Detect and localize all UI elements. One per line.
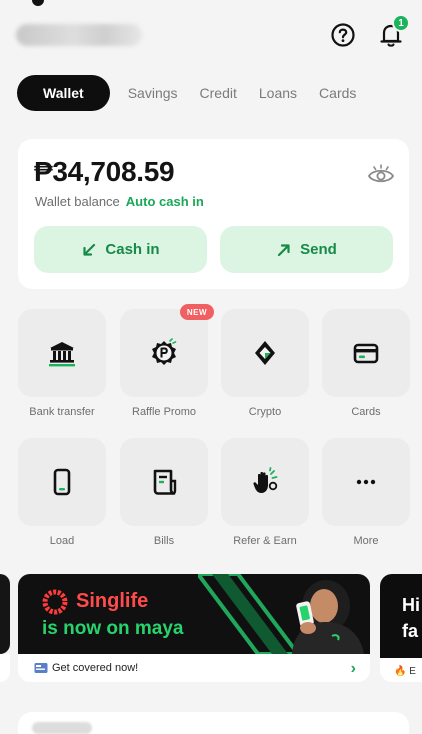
tab-cards[interactable]: Cards	[319, 75, 356, 111]
previous-banner-peek[interactable]	[0, 574, 10, 654]
card-icon	[353, 343, 379, 364]
cash-in-label: Cash in	[105, 241, 160, 258]
new-badge: NEW	[180, 304, 214, 320]
person-with-phone-illustration	[292, 580, 364, 654]
next-banner-text: Hi fa	[402, 595, 420, 641]
notifications-button[interactable]: 1	[376, 14, 410, 50]
auto-cash-in-link[interactable]: Auto cash in	[126, 194, 204, 209]
next-banner-image: Hi fa	[380, 574, 422, 658]
camera-dot	[32, 0, 44, 6]
service-crypto[interactable]	[221, 309, 309, 397]
service-more[interactable]	[322, 438, 410, 526]
next-section-card	[18, 712, 409, 734]
send-label: Send	[300, 241, 337, 258]
help-icon	[331, 23, 355, 47]
service-label: Bank transfer	[29, 406, 95, 418]
bills-icon	[153, 469, 177, 495]
tab-wallet[interactable]: Wallet	[17, 75, 110, 111]
toggle-balance-visibility-button[interactable]	[367, 163, 395, 187]
username-blurred: user	[16, 24, 142, 46]
banner-brand: Singlife	[76, 590, 149, 612]
more-icon	[356, 479, 376, 485]
help-button[interactable]	[328, 20, 358, 50]
service-cards[interactable]	[322, 309, 410, 397]
service-bills[interactable]	[120, 438, 208, 526]
banner-tagline: is now on maya	[42, 618, 184, 639]
banner-image: Singlife is now on maya	[18, 574, 370, 654]
wallet-balance-card: ₱34,708.59 Wallet balance Auto cash in Ca…	[18, 139, 409, 289]
service-refer-earn[interactable]	[221, 438, 309, 526]
top-bar: user 1	[0, 0, 422, 70]
arrow-down-left-icon	[83, 243, 96, 256]
service-load[interactable]	[18, 438, 106, 526]
raffle-icon	[152, 338, 177, 365]
service-label: Raffle Promo	[132, 406, 196, 418]
service-label: More	[353, 535, 379, 547]
phone-icon	[53, 468, 71, 496]
service-label: Refer & Earn	[233, 535, 297, 547]
banner-cta[interactable]: Get covered now!	[18, 654, 370, 682]
crypto-icon	[255, 341, 275, 365]
tab-loans[interactable]: Loans	[259, 75, 297, 111]
next-promo-banner[interactable]: Hi fa 🔥 E	[380, 574, 422, 682]
tab-savings[interactable]: Savings	[128, 75, 178, 111]
chevron-right-icon[interactable]: ›	[351, 660, 356, 678]
balance-label: Wallet balance	[35, 194, 120, 209]
service-label: Bills	[153, 535, 175, 547]
notification-badge: 1	[392, 14, 410, 32]
service-label: Load	[49, 535, 75, 547]
service-label: Crypto	[248, 406, 282, 418]
previous-banner-peek-footer	[0, 654, 10, 682]
banner-cta-text: Get covered now!	[52, 662, 139, 674]
singlife-promo-banner[interactable]: Singlife is now on maya Get covered now!…	[18, 574, 370, 682]
singlife-logo-icon	[42, 589, 68, 615]
balance-caption: Wallet balance Auto cash in	[35, 194, 204, 209]
tab-credit[interactable]: Credit	[200, 75, 237, 111]
promo-carousel[interactable]: Singlife is now on maya Get covered now!…	[0, 574, 422, 684]
bank-icon	[49, 342, 75, 367]
cash-in-button[interactable]: Cash in	[34, 226, 207, 273]
shield-card-icon	[34, 663, 48, 673]
refer-icon	[253, 467, 278, 493]
balance-amount: ₱34,708.59	[34, 156, 175, 187]
service-label: Cards	[351, 406, 381, 418]
next-banner-cta: 🔥 E	[394, 666, 416, 677]
send-button[interactable]: Send	[220, 226, 393, 273]
eye-icon	[367, 164, 395, 183]
service-bank-transfer[interactable]	[18, 309, 106, 397]
arrow-up-right-icon	[278, 243, 290, 256]
blurred-heading	[32, 722, 92, 734]
service-raffle-promo[interactable]	[120, 309, 208, 397]
account-tabs: Wallet Savings Credit Loans Cards	[17, 75, 422, 111]
